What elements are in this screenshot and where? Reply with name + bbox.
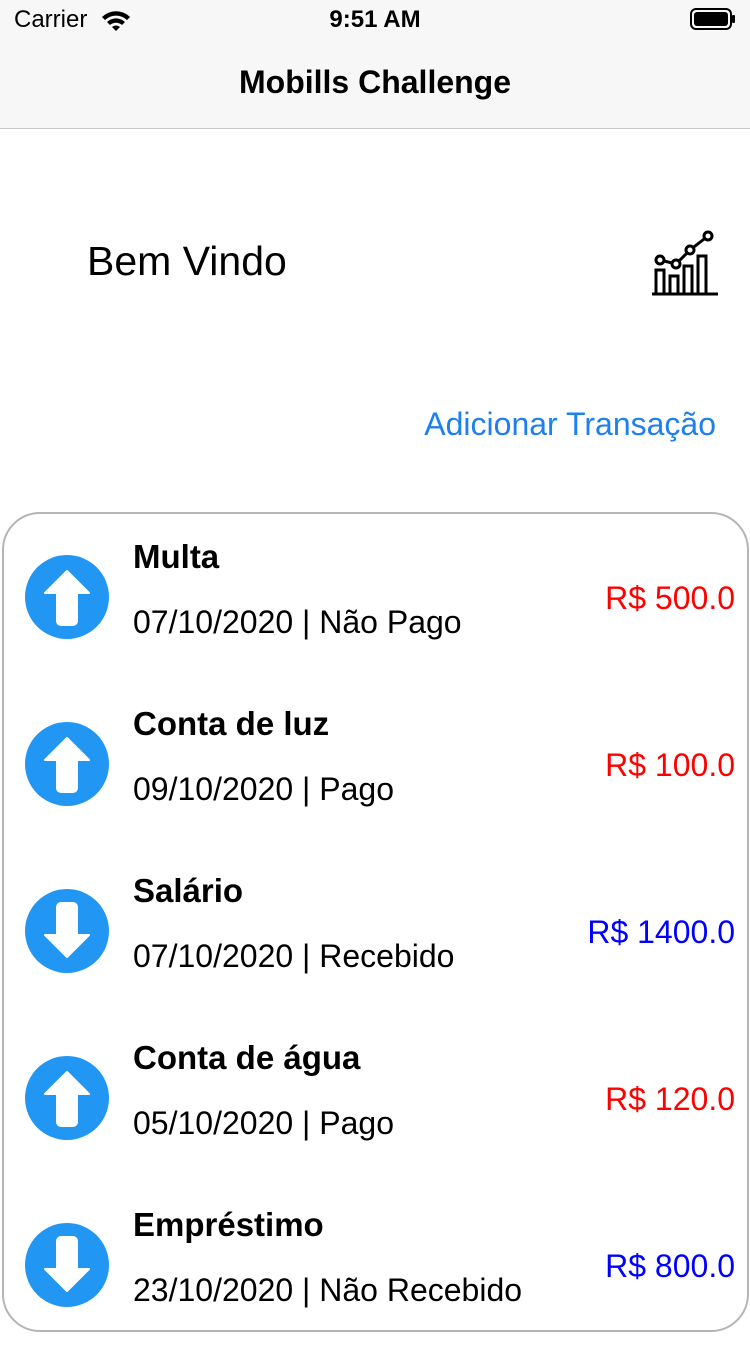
arrow-up-icon: [25, 555, 109, 639]
transaction-row[interactable]: Salário 07/10/2020 | Recebido R$ 1400.0: [4, 848, 749, 1015]
transaction-row[interactable]: Conta de luz 09/10/2020 | Pago R$ 100.0: [4, 681, 749, 848]
transaction-subtitle: 07/10/2020 | Não Pago: [133, 604, 462, 640]
transaction-title: Conta de água: [133, 1039, 361, 1076]
status-bar: Carrier 9:51 AM: [0, 0, 750, 40]
nav-title: Mobills Challenge: [238, 64, 512, 100]
transaction-title: Empréstimo: [133, 1206, 324, 1243]
transaction-row[interactable]: Multa 07/10/2020 | Não Pago R$ 500.0: [4, 514, 749, 681]
arrow-down-icon: [25, 1223, 109, 1307]
transaction-list: Multa 07/10/2020 | Não Pago R$ 500.0 Con…: [2, 512, 749, 1332]
transaction-value: R$ 800.0: [605, 1248, 735, 1284]
transaction-row[interactable]: Conta de água 05/10/2020 | Pago R$ 120.0: [4, 1015, 749, 1182]
transaction-value: R$ 1400.0: [587, 914, 735, 950]
transaction-subtitle: 05/10/2020 | Pago: [133, 1105, 394, 1141]
transaction-subtitle: 23/10/2020 | Não Recebido: [133, 1272, 523, 1308]
navigation-bar: Mobills Challenge: [0, 40, 750, 129]
add-transaction-link[interactable]: Adicionar Transação: [424, 406, 716, 443]
transaction-title: Salário: [133, 872, 244, 909]
chart-icon[interactable]: [650, 226, 720, 298]
arrow-up-icon: [25, 1056, 109, 1140]
transaction-value: R$ 120.0: [605, 1081, 735, 1117]
transaction-subtitle: 07/10/2020 | Recebido: [133, 938, 455, 974]
battery-icon: [690, 8, 735, 30]
arrow-up-icon: [25, 722, 109, 806]
transaction-subtitle: 09/10/2020 | Pago: [133, 771, 394, 807]
welcome-text: Bem Vindo: [87, 238, 287, 284]
status-time: 9:51 AM: [329, 6, 421, 33]
arrow-down-icon: [25, 889, 109, 973]
transaction-value: R$ 100.0: [605, 747, 735, 783]
transaction-row[interactable]: Empréstimo 23/10/2020 | Não Recebido R$ …: [4, 1182, 749, 1349]
transaction-title: Multa: [133, 538, 220, 575]
transaction-title: Conta de luz: [133, 705, 330, 742]
transaction-value: R$ 500.0: [605, 580, 735, 616]
